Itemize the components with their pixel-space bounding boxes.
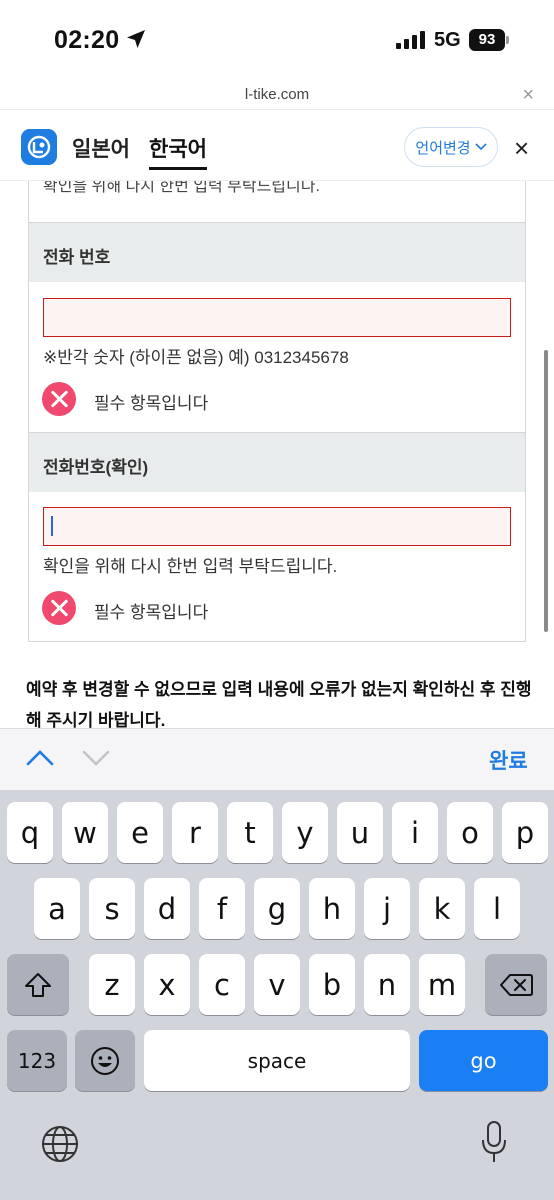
- app-logo-icon: [21, 129, 57, 165]
- key-p[interactable]: p: [502, 802, 548, 863]
- change-language-label: 언어변경: [415, 139, 471, 157]
- key-n[interactable]: n: [364, 954, 410, 1015]
- phone-confirm-input[interactable]: [43, 507, 511, 546]
- keyboard: q w e r t y u i o p a s d f g h j k l z …: [0, 790, 554, 1200]
- battery-icon: 93: [469, 29, 505, 51]
- backspace-icon: [500, 973, 533, 996]
- phone-confirm-section-header: 전화번호(확인): [29, 432, 525, 492]
- shift-icon: [25, 972, 51, 997]
- keyboard-accessory-bar: 완료: [0, 728, 554, 790]
- key-s[interactable]: s: [89, 878, 135, 939]
- space-key[interactable]: space: [144, 1030, 410, 1091]
- chevron-down-icon[interactable]: [82, 749, 110, 767]
- error-x-icon: [42, 382, 76, 416]
- key-r[interactable]: r: [172, 802, 218, 863]
- header-close-icon[interactable]: ×: [514, 133, 529, 164]
- key-c[interactable]: c: [199, 954, 245, 1015]
- phone-label: 전화 번호: [43, 248, 111, 267]
- key-o[interactable]: o: [447, 802, 493, 863]
- numbers-key[interactable]: 123: [7, 1030, 67, 1091]
- url-close-icon[interactable]: ×: [522, 84, 534, 107]
- key-f[interactable]: f: [199, 878, 245, 939]
- phone-confirm-error-text: 필수 항목입니다: [94, 603, 209, 622]
- active-tab-indicator: [149, 167, 207, 170]
- url-text[interactable]: l-tike.com: [0, 86, 554, 103]
- key-b[interactable]: b: [309, 954, 355, 1015]
- key-g[interactable]: g: [254, 878, 300, 939]
- key-e[interactable]: e: [117, 802, 163, 863]
- key-h[interactable]: h: [309, 878, 355, 939]
- change-language-button[interactable]: 언어변경: [404, 127, 498, 167]
- phone-input[interactable]: [43, 298, 511, 337]
- chevron-down-icon: [475, 143, 487, 151]
- key-x[interactable]: x: [144, 954, 190, 1015]
- microphone-icon[interactable]: [480, 1120, 508, 1164]
- done-button[interactable]: 완료: [489, 745, 528, 775]
- url-bar: l-tike.com ×: [0, 80, 554, 110]
- shift-key[interactable]: [7, 954, 69, 1015]
- key-w[interactable]: w: [62, 802, 108, 863]
- notice-text: 예약 후 변경할 수 없으므로 입력 내용에 오류가 없는지 확인하신 후 진행…: [26, 680, 532, 730]
- key-v[interactable]: v: [254, 954, 300, 1015]
- chevron-up-icon[interactable]: [26, 749, 54, 767]
- go-key[interactable]: go: [419, 1030, 548, 1091]
- key-i[interactable]: i: [392, 802, 438, 863]
- battery-tip: [506, 36, 509, 44]
- key-l[interactable]: l: [474, 878, 520, 939]
- phone-hint: ※반각 숫자 (하이픈 없음) 예) 0312345678: [43, 348, 349, 367]
- key-u[interactable]: u: [337, 802, 383, 863]
- key-y[interactable]: y: [282, 802, 328, 863]
- emoji-key[interactable]: [75, 1030, 135, 1091]
- phone-section-header: 전화 번호: [29, 222, 525, 282]
- status-time: 02:20: [54, 26, 120, 54]
- scrollbar[interactable]: [544, 350, 548, 632]
- site-header: 일본어 한국어 언어변경 ×: [0, 111, 554, 181]
- backspace-key[interactable]: [485, 954, 547, 1015]
- tab-japanese[interactable]: 일본어: [72, 133, 130, 163]
- signal-icon: [396, 31, 425, 49]
- text-caret: [51, 516, 53, 536]
- key-j[interactable]: j: [364, 878, 410, 939]
- location-arrow-icon: [127, 30, 145, 48]
- key-d[interactable]: d: [144, 878, 190, 939]
- phone-confirm-label: 전화번호(확인): [43, 458, 149, 477]
- key-t[interactable]: t: [227, 802, 273, 863]
- key-a[interactable]: a: [34, 878, 80, 939]
- key-q[interactable]: q: [7, 802, 53, 863]
- phone-error-text: 필수 항목입니다: [94, 394, 209, 413]
- key-k[interactable]: k: [419, 878, 465, 939]
- network-type: 5G: [434, 29, 461, 51]
- globe-icon[interactable]: [40, 1124, 80, 1164]
- error-x-icon: [42, 591, 76, 625]
- tab-korean[interactable]: 한국어: [149, 133, 207, 163]
- key-m[interactable]: m: [419, 954, 465, 1015]
- key-z[interactable]: z: [89, 954, 135, 1015]
- emoji-icon: [91, 1046, 119, 1075]
- phone-confirm-hint: 확인을 위해 다시 한번 입력 부탁드립니다.: [43, 557, 338, 576]
- status-bar: 02:20 5G 93: [0, 0, 554, 80]
